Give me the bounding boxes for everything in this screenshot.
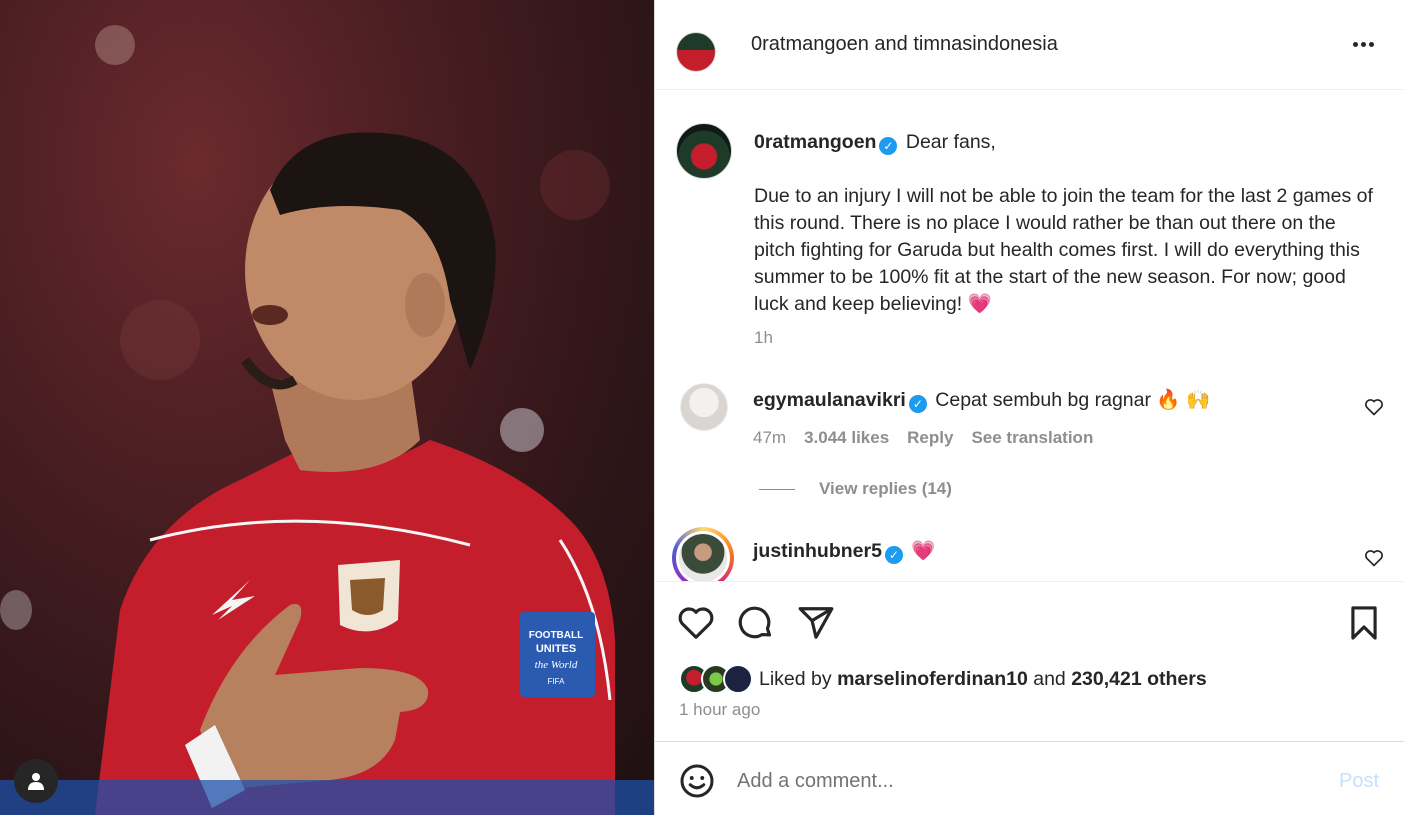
verified-icon: ✓ — [908, 395, 927, 413]
comments-scroll-area[interactable]: 0ratmangoen ✓ Dear fans, Due to an injury… — [655, 91, 1404, 581]
emoji-icon[interactable] — [679, 763, 715, 799]
caption-username[interactable]: 0ratmangoen — [754, 131, 876, 153]
view-replies-button[interactable]: View replies (14) — [759, 479, 952, 499]
comment-composer: Post — [655, 741, 1404, 815]
comment-time[interactable]: 47m — [753, 428, 786, 448]
post-header-title[interactable]: 0ratmangoen and timnasindonesia — [751, 33, 1058, 56]
user-tag-button[interactable] — [14, 759, 58, 803]
verified-icon: ✓ — [884, 546, 903, 564]
bookmark-icon[interactable] — [1345, 604, 1383, 642]
replies-divider — [759, 488, 795, 490]
comment-username[interactable]: justinhubner5 — [753, 540, 882, 562]
caption-author-avatar[interactable] — [676, 123, 732, 179]
comment-text: Cepat sembuh bg ragnar — [935, 389, 1151, 411]
post-timestamp[interactable]: 1 hour ago — [679, 700, 760, 720]
heart-emoji: 💗 — [967, 293, 992, 315]
see-translation-button[interactable]: See translation — [971, 428, 1093, 448]
liked-by-avatars[interactable] — [679, 664, 759, 694]
comment-item: egymaulanavikri ✓ Cepat sembuh bg ragnar … — [753, 388, 1210, 413]
liked-by-others[interactable]: 230,421 others — [1071, 668, 1207, 690]
post-comment-button[interactable]: Post — [1339, 770, 1379, 793]
caption-body: Due to an injury I will not be able to j… — [754, 185, 1373, 315]
more-options-button[interactable] — [1349, 30, 1377, 58]
player-illustration: FOOTBALL UNITES the World FIFA — [0, 132, 654, 815]
heart-icon[interactable] — [677, 604, 715, 642]
post-photo: FOOTBALL UNITES the World FIFA — [0, 0, 654, 815]
comment-meta: 47m 3.044 likes Reply See translation — [753, 428, 1093, 448]
caption-greeting: Dear fans, — [905, 131, 996, 153]
post-actions: Liked by marselinoferdinan10 and 230,421… — [655, 581, 1404, 741]
svg-text:UNITES: UNITES — [536, 643, 576, 655]
liked-by-joiner: and — [1033, 668, 1066, 690]
comment-like-icon[interactable] — [1364, 397, 1384, 417]
more-icon — [1352, 41, 1374, 47]
avatar — [723, 664, 753, 694]
comment-emoji: 🔥 🙌 — [1156, 389, 1211, 411]
comment-likes[interactable]: 3.044 likes — [804, 428, 889, 448]
likes-summary: Liked by marselinoferdinan10 and 230,421… — [759, 668, 1207, 691]
post-caption: 0ratmangoen ✓ Dear fans, Due to an injury… — [754, 129, 1374, 318]
svg-text:FOOTBALL: FOOTBALL — [529, 630, 583, 641]
comment-like-icon[interactable] — [1364, 548, 1384, 568]
liked-by-prefix: Liked by — [759, 668, 832, 690]
view-replies-label: View replies (14) — [819, 479, 952, 498]
author-avatar[interactable] — [676, 32, 716, 72]
comment-avatar[interactable] — [680, 383, 728, 431]
comment-icon[interactable] — [737, 604, 775, 642]
heart-emoji: 💗 — [911, 540, 936, 562]
comment-avatar[interactable] — [676, 531, 730, 581]
post-header: 0ratmangoen and timnasindonesia — [655, 0, 1404, 90]
post-side-panel: 0ratmangoen and timnasindonesia 0ratmang… — [654, 0, 1404, 815]
comment-item: justinhubner5 ✓ 💗 — [753, 539, 936, 564]
share-icon[interactable] — [797, 604, 835, 642]
svg-text:the World: the World — [535, 659, 578, 671]
verified-icon: ✓ — [879, 137, 898, 155]
user-tag-icon — [28, 773, 44, 790]
liked-by-user[interactable]: marselinoferdinan10 — [837, 668, 1028, 690]
comment-input[interactable] — [737, 764, 1317, 798]
comment-username[interactable]: egymaulanavikri — [753, 389, 906, 411]
reply-button[interactable]: Reply — [907, 428, 953, 448]
svg-text:FIFA: FIFA — [548, 677, 566, 686]
caption-timestamp[interactable]: 1h — [754, 328, 773, 348]
